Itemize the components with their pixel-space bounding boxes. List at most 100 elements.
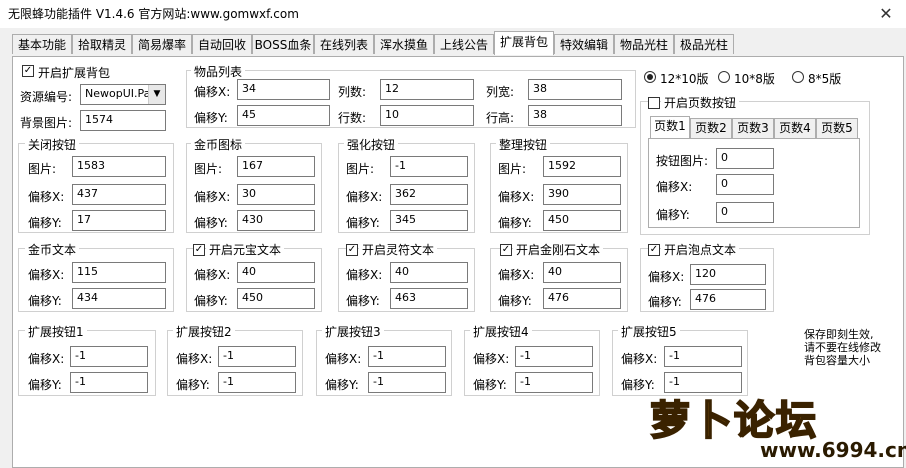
subtab-page-4[interactable]: 页数4 xyxy=(774,118,816,138)
page-x-field[interactable]: 0 xyxy=(716,174,774,195)
lingfu-text-x-label: 偏移X: xyxy=(346,268,383,282)
lingfu-text-y-field[interactable]: 463 xyxy=(390,288,468,309)
gold-text-y-field[interactable]: 434 xyxy=(72,288,166,309)
yuanbao-text-checkbox[interactable]: ✓ xyxy=(193,244,205,256)
items-offx-field[interactable]: 34 xyxy=(237,79,330,100)
ext-btn-4-x-field[interactable]: -1 xyxy=(515,346,593,367)
paodian-text-checkbox[interactable]: ✓ xyxy=(648,244,660,256)
ext-btn-2-y-label: 偏移Y: xyxy=(176,378,210,392)
subtab-page-5[interactable]: 页数5 xyxy=(816,118,858,138)
diamond-text-checkbox[interactable]: ✓ xyxy=(500,244,512,256)
gold-icon-x-field[interactable]: 30 xyxy=(237,184,315,205)
layout-10x8-label: 10*8版 xyxy=(734,72,775,86)
close-icon[interactable]: ✕ xyxy=(876,4,896,24)
layout-8x5-radio[interactable] xyxy=(792,71,804,83)
page-img-field[interactable]: 0 xyxy=(716,148,774,169)
btn-sort-title: 整理按钮 xyxy=(496,136,551,153)
ext-btn-4-y-label: 偏移Y: xyxy=(473,378,507,392)
tab-basic[interactable]: 基本功能 xyxy=(12,34,72,54)
chevron-down-icon: ▼ xyxy=(148,85,165,104)
tab-pickup[interactable]: 拾取精灵 xyxy=(72,34,132,54)
btn-sort-img-field[interactable]: 1592 xyxy=(543,156,621,177)
ext-btn-3-y-field[interactable]: -1 xyxy=(368,372,446,393)
yuanbao-text-x-label: 偏移X: xyxy=(194,268,231,282)
window-title: 无限蜂功能插件 V1.4.6 官方网站:www.gomwxf.com xyxy=(8,7,299,21)
tab-recycle[interactable]: 自动回收 xyxy=(192,34,252,54)
gold-icon-y-label: 偏移Y: xyxy=(194,216,228,230)
tab-droprate[interactable]: 简易爆率 xyxy=(132,34,192,54)
btn-sort-x-field[interactable]: 390 xyxy=(543,184,621,205)
yuanbao-text-y-field[interactable]: 450 xyxy=(237,288,315,309)
ext-btn-4-x-label: 偏移X: xyxy=(473,352,510,366)
save-note-line-2: 请不要在线修改 xyxy=(804,341,881,354)
btn-close-img-field[interactable]: 1583 xyxy=(72,156,166,177)
items-cols-label: 列数: xyxy=(338,85,367,99)
ext-btn-2-y-field[interactable]: -1 xyxy=(218,372,296,393)
subtab-page-2[interactable]: 页数2 xyxy=(690,118,732,138)
btn-enhance-y-label: 偏移Y: xyxy=(346,216,380,230)
bg-field[interactable]: 1574 xyxy=(80,110,166,131)
tab-online-list[interactable]: 在线列表 xyxy=(314,34,374,54)
layout-10x8-radio[interactable] xyxy=(718,71,730,83)
gold-text-title: 金币文本 xyxy=(25,241,80,258)
gold-text-x-field[interactable]: 115 xyxy=(72,262,166,283)
tab-fishing[interactable]: 浑水摸鱼 xyxy=(374,34,434,54)
items-rows-label: 行数: xyxy=(338,111,367,125)
item-list-title: 物品列表 xyxy=(191,63,246,80)
lingfu-text-checkbox[interactable]: ✓ xyxy=(346,244,358,256)
enable-ext-bag-checkbox[interactable]: ✓ xyxy=(22,65,34,77)
tab-boss-hp[interactable]: BOSS血条 xyxy=(252,34,314,54)
subtab-page-3[interactable]: 页数3 xyxy=(732,118,774,138)
items-colw-field[interactable]: 38 xyxy=(528,79,622,100)
layout-12x10-radio[interactable] xyxy=(644,71,656,83)
lingfu-text-x-field[interactable]: 40 xyxy=(390,262,468,283)
diamond-text-x-field[interactable]: 40 xyxy=(543,262,621,283)
items-offy-field[interactable]: 45 xyxy=(237,105,330,126)
watermark-url: www.6994.cn xyxy=(760,438,906,462)
btn-enhance-y-field[interactable]: 345 xyxy=(390,210,468,231)
ext-btn-4-y-field[interactable]: -1 xyxy=(515,372,593,393)
items-rows-field[interactable]: 10 xyxy=(380,105,474,126)
yuanbao-text-x-field[interactable]: 40 xyxy=(237,262,315,283)
subtab-page-1[interactable]: 页数1 xyxy=(650,116,690,138)
btn-close-title: 关闭按钮 xyxy=(25,136,80,153)
btn-enhance-x-field[interactable]: 362 xyxy=(390,184,468,205)
btn-sort-y-field[interactable]: 450 xyxy=(543,210,621,231)
btn-close-x-label: 偏移X: xyxy=(28,190,65,204)
yuanbao-text-y-label: 偏移Y: xyxy=(194,294,228,308)
tab-item-beam[interactable]: 物品光柱 xyxy=(614,34,674,54)
items-rowh-label: 行高: xyxy=(486,111,515,125)
resource-label: 资源编号: xyxy=(20,90,73,104)
items-cols-field[interactable]: 12 xyxy=(380,79,474,100)
btn-close-x-field[interactable]: 437 xyxy=(72,184,166,205)
resource-select[interactable]: NewopUI.Pak ▼ xyxy=(80,84,166,105)
tab-login-notice[interactable]: 上线公告 xyxy=(434,34,494,54)
enable-pages-checkbox[interactable] xyxy=(648,97,660,109)
diamond-text-title: 开启金刚石文本 xyxy=(513,241,604,258)
ext-btn-5-x-field[interactable]: -1 xyxy=(664,346,742,367)
ext-btn-3-x-field[interactable]: -1 xyxy=(368,346,446,367)
diamond-text-y-field[interactable]: 476 xyxy=(543,288,621,309)
tab-ext-bag[interactable]: 扩展背包 xyxy=(494,31,554,55)
items-offx-label: 偏移X: xyxy=(194,85,231,99)
items-rowh-field[interactable]: 38 xyxy=(528,105,622,126)
tab-effects[interactable]: 特效编辑 xyxy=(554,34,614,54)
ext-btn-2-x-field[interactable]: -1 xyxy=(218,346,296,367)
gold-icon-img-field[interactable]: 167 xyxy=(237,156,315,177)
ext-btn-1-x-field[interactable]: -1 xyxy=(70,346,148,367)
page-y-field[interactable]: 0 xyxy=(716,202,774,223)
gold-text-y-label: 偏移Y: xyxy=(28,294,62,308)
ext-btn-3-title: 扩展按钮3 xyxy=(322,323,384,340)
tab-strip: 基本功能 拾取精灵 简易爆率 自动回收 BOSS血条 在线列表 浑水摸鱼 上线公… xyxy=(0,31,906,56)
btn-close-y-field[interactable]: 17 xyxy=(72,210,166,231)
gold-text-x-label: 偏移X: xyxy=(28,268,65,282)
btn-enhance-img-field[interactable]: -1 xyxy=(390,156,468,177)
enable-pages-label: 开启页数按钮 xyxy=(661,94,740,111)
gold-icon-y-field[interactable]: 430 xyxy=(237,210,315,231)
paodian-text-x-field[interactable]: 120 xyxy=(690,264,766,285)
page-img-label: 按钮图片: xyxy=(656,154,709,168)
tab-rare-beam[interactable]: 极品光柱 xyxy=(674,34,734,54)
ext-btn-3-y-label: 偏移Y: xyxy=(325,378,359,392)
paodian-text-y-field[interactable]: 476 xyxy=(690,289,766,310)
ext-btn-1-y-field[interactable]: -1 xyxy=(70,372,148,393)
